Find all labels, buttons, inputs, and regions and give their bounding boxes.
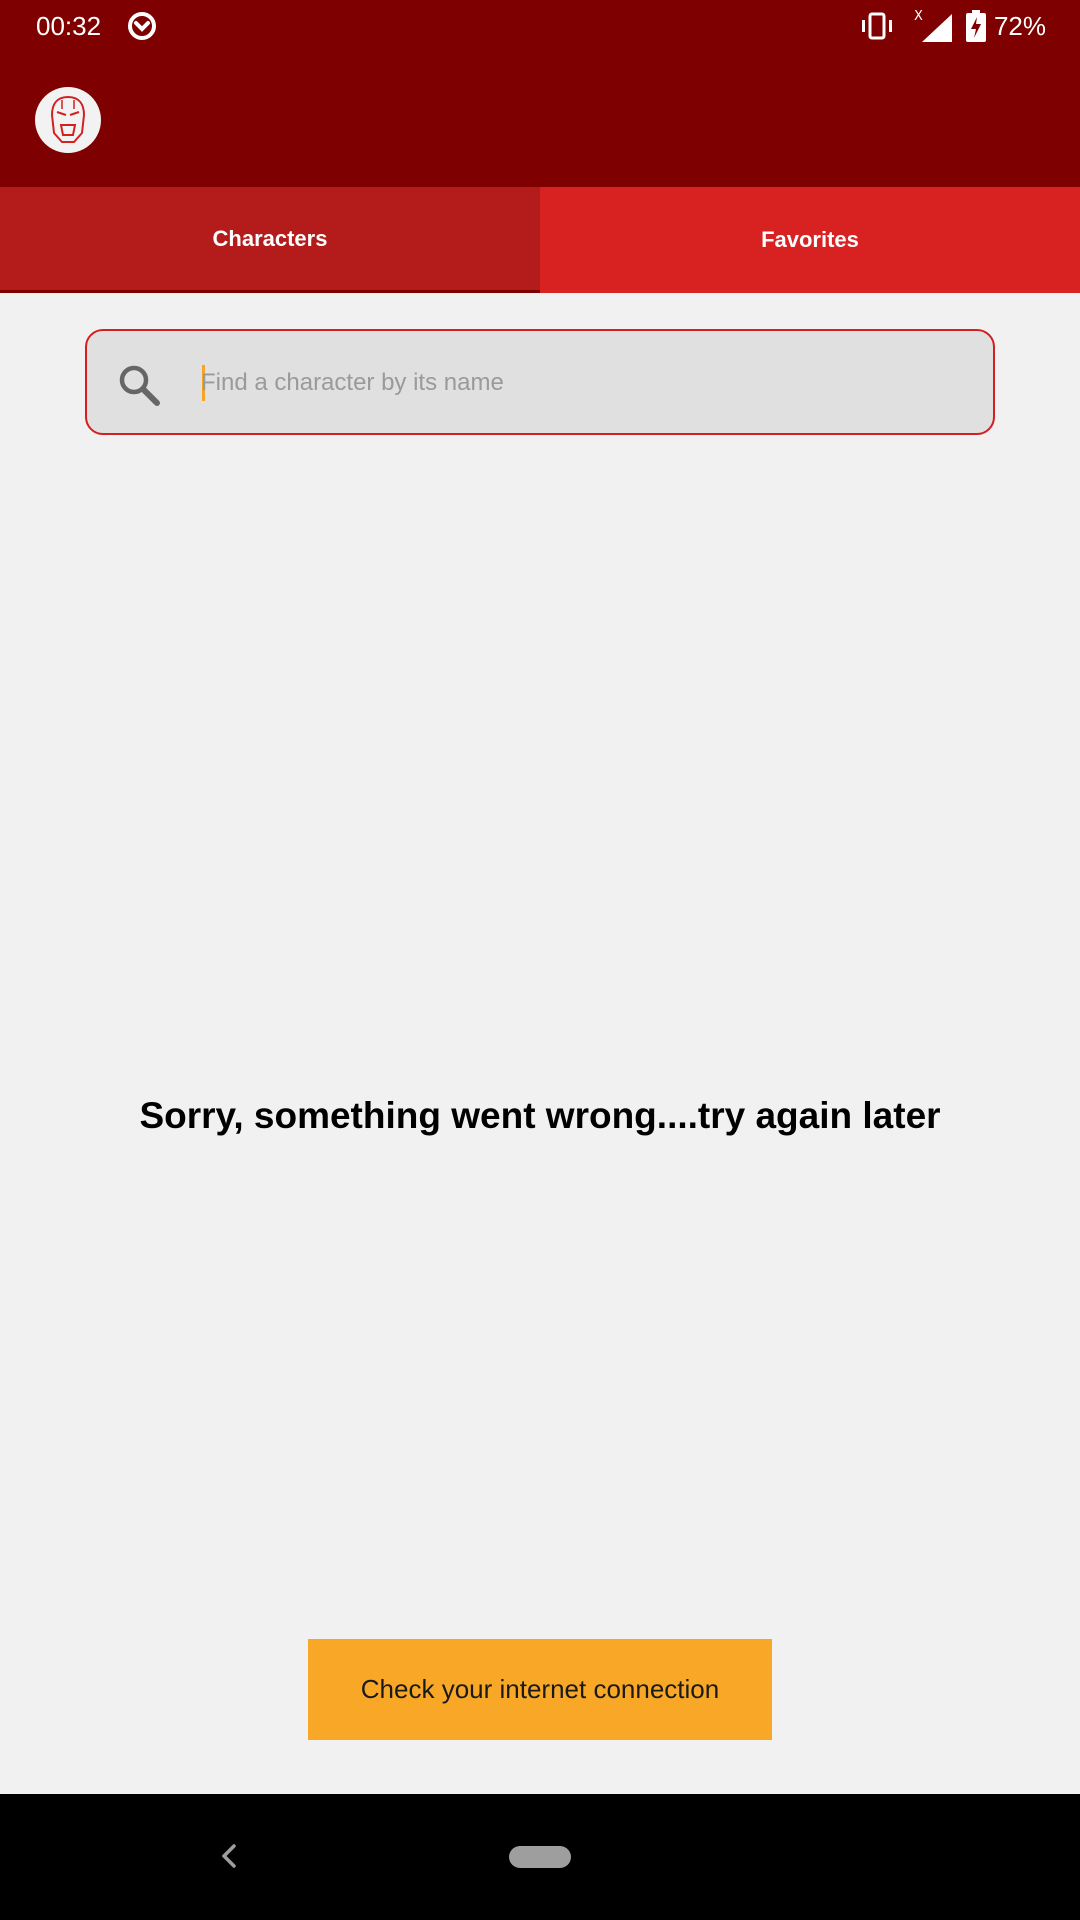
tab-bar: Characters Favorites bbox=[0, 187, 1080, 293]
check-connection-button[interactable]: Check your internet connection bbox=[308, 1639, 772, 1740]
search-icon bbox=[119, 365, 160, 406]
app-logo bbox=[35, 87, 101, 153]
navigation-bar bbox=[0, 1794, 1080, 1920]
status-time: 00:32 bbox=[36, 11, 102, 41]
signal-icon: X bbox=[914, 9, 952, 42]
battery-charging-icon bbox=[965, 10, 986, 42]
tab-characters[interactable]: Characters bbox=[0, 187, 540, 293]
search-bar[interactable] bbox=[85, 329, 995, 435]
search-input[interactable] bbox=[201, 351, 961, 415]
error-message: Sorry, something went wrong....try again… bbox=[139, 1095, 941, 1136]
home-pill-icon[interactable] bbox=[509, 1846, 571, 1868]
app-bar bbox=[0, 52, 1080, 187]
svg-text:X: X bbox=[914, 9, 923, 24]
status-bar: 00:32 X 72% bbox=[0, 0, 1080, 52]
back-icon[interactable] bbox=[214, 1838, 244, 1874]
vibrate-icon bbox=[861, 12, 892, 40]
battery-percentage: 72% bbox=[993, 10, 1046, 41]
status-icons: X 72% bbox=[860, 8, 1046, 44]
sync-icon bbox=[128, 12, 156, 40]
iron-man-helmet-icon bbox=[50, 95, 86, 143]
tab-favorites[interactable]: Favorites bbox=[540, 187, 1080, 293]
